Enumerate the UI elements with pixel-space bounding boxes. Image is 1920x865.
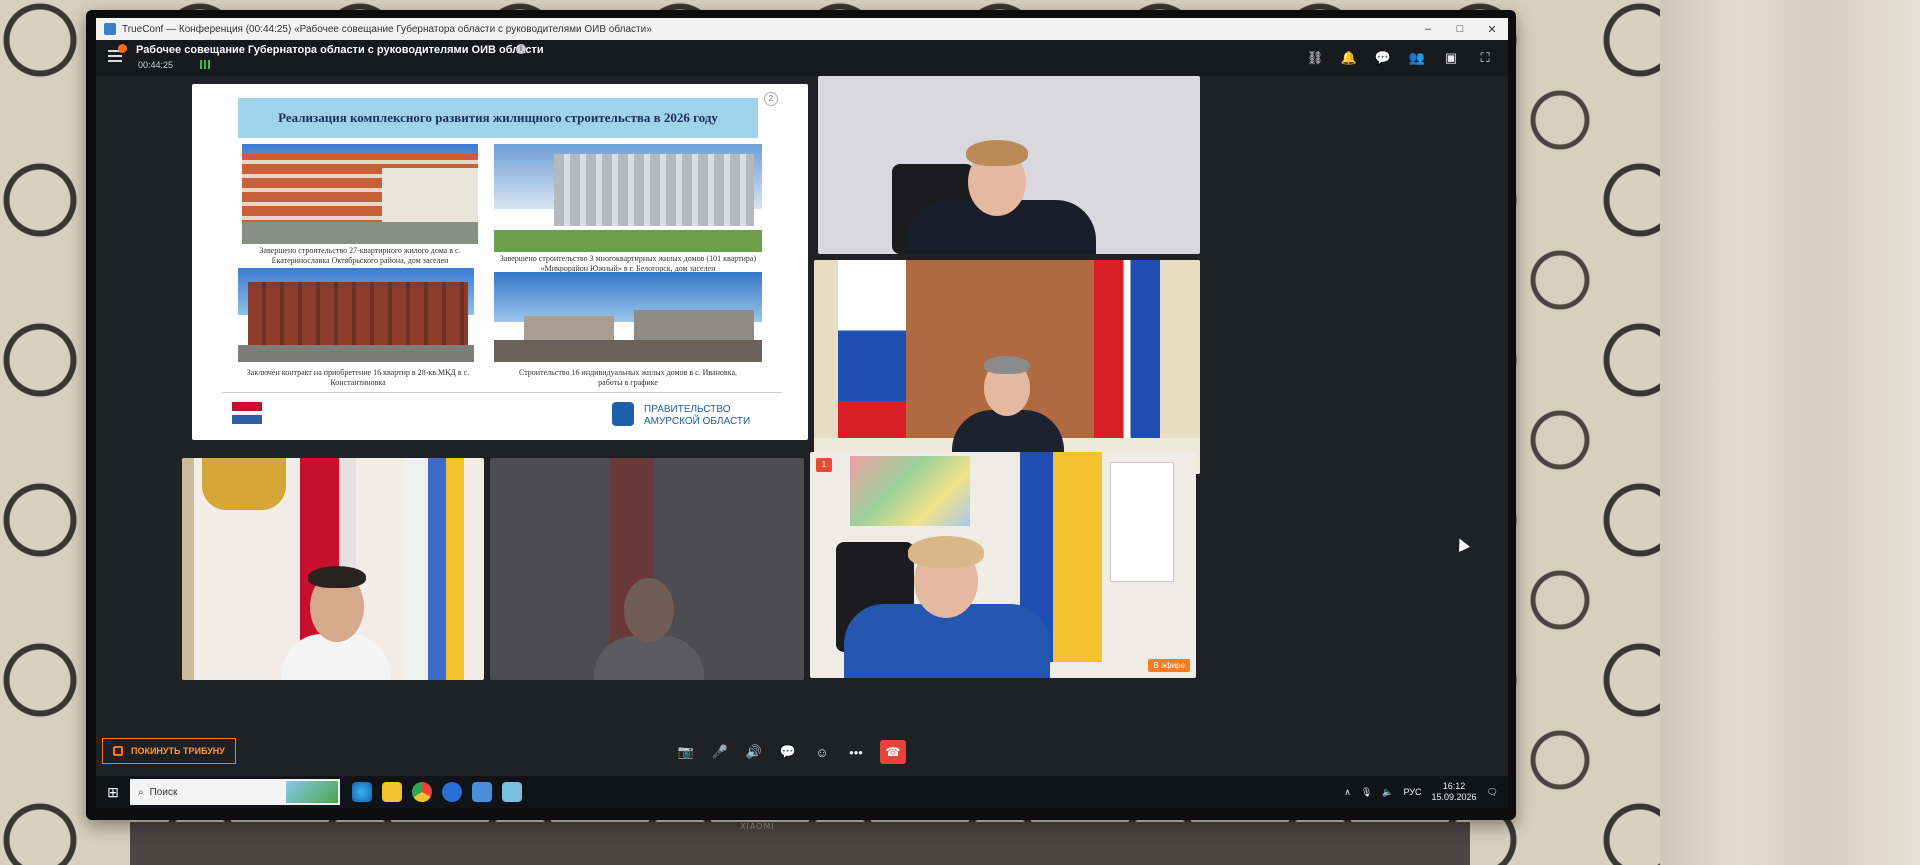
conference-timer: 00:44:25	[138, 60, 174, 70]
coat-of-arms-icon	[202, 458, 286, 510]
leave-podium-label: ПОКИНУТЬ ТРИБУНУ	[131, 746, 225, 756]
clock-time: 16:12	[1442, 781, 1466, 791]
slide-photo-4	[494, 272, 762, 362]
wall-calendar	[1110, 462, 1174, 582]
participant-hair	[908, 536, 984, 568]
file-explorer-icon[interactable]	[382, 782, 402, 802]
tv-stand	[130, 822, 1470, 865]
taskbar-clock[interactable]: 16:12 15.09.2026	[1432, 781, 1477, 803]
amur-flag-logo	[232, 402, 262, 424]
on-air-badge: В эфире	[1148, 659, 1190, 672]
slide-number: 2	[764, 92, 778, 106]
trueconf-taskbar-icon[interactable]	[472, 782, 492, 802]
participant-head	[624, 578, 674, 642]
chat-icon[interactable]: 💬	[1374, 50, 1392, 66]
presentation-slide: 2 Реализация комплексного развития жилищ…	[192, 84, 808, 440]
screen-share-icon[interactable]: ▣	[1442, 50, 1460, 66]
hang-up-button[interactable]: ☎	[880, 740, 906, 764]
government-name-line1: ПРАВИТЕЛЬСТВО	[644, 404, 731, 415]
system-tray: ∧ 🎙 🔈 РУС 16:12 15.09.2026 🗨	[1344, 776, 1498, 808]
photos-icon[interactable]	[502, 782, 522, 802]
slide-caption-1: Завершено строительство 27-квартирного ж…	[259, 246, 461, 265]
slide-photo-3	[238, 268, 474, 362]
video-tile-participant-5[interactable]: 1 В эфире	[810, 452, 1196, 678]
search-icon: ⌕	[138, 786, 144, 798]
windows-taskbar: ⊞ ⌕ Поиск ∧ 🎙 🔈 РУС 16:12 15.09.2026 🗨	[96, 776, 1508, 808]
leave-podium-icon	[113, 746, 123, 756]
flag-region	[404, 458, 464, 680]
speaker-volume-icon[interactable]: 🔊	[744, 744, 764, 760]
government-emblem-icon	[612, 402, 634, 426]
government-name-line2: АМУРСКОЙ ОБЛАСТИ	[644, 416, 751, 427]
windows-start-icon[interactable]: ⊞	[96, 784, 130, 801]
slide-photo-1	[242, 144, 478, 244]
fullscreen-icon[interactable]: ⛶	[1476, 50, 1494, 66]
slide-caption-4: Строительство 16 индивидуальных жилых до…	[518, 368, 738, 387]
edge-icon[interactable]	[352, 782, 372, 802]
notifications-icon[interactable]: 🗨	[1487, 787, 1498, 798]
video-tile-participant-2[interactable]	[814, 260, 1200, 474]
bell-icon[interactable]: 🔔	[1340, 50, 1358, 66]
video-tile-participant-1[interactable]	[818, 76, 1200, 254]
window-titlebar: TrueConf — Конференция (00:44:25) «Рабоч…	[96, 18, 1508, 40]
info-icon[interactable]: i	[516, 44, 526, 54]
speaker-badge: 1	[816, 458, 832, 472]
close-button[interactable]: ✕	[1476, 23, 1508, 36]
conference-header: Рабочее совещание Губернатора области с …	[96, 40, 1508, 76]
microphone-icon[interactable]: 🎙	[1361, 787, 1372, 798]
microphone-muted-icon[interactable]: 🎤	[710, 744, 730, 760]
window-title: TrueConf — Конференция (00:44:25) «Рабоч…	[122, 23, 652, 35]
participants-icon[interactable]: 👥	[1408, 50, 1426, 66]
participant-body	[594, 636, 704, 680]
maximize-button[interactable]: □	[1444, 23, 1476, 35]
header-toolbar: ⛓ 🔔 💬 👥 ▣ ⛶	[1306, 50, 1494, 66]
mouse-cursor	[1454, 536, 1470, 552]
volume-icon[interactable]: 🔈	[1382, 787, 1393, 798]
slide-heading: Реализация комплексного развития жилищно…	[238, 98, 758, 138]
slide-caption-2: Завершено строительство 3 многоквартирны…	[499, 254, 757, 273]
participant-hair	[308, 566, 366, 588]
video-tile-participant-3[interactable]	[182, 458, 484, 680]
taskbar-apps	[352, 782, 522, 802]
leave-podium-button[interactable]: ПОКИНУТЬ ТРИБУНУ	[102, 738, 236, 764]
screen: TrueConf — Конференция (00:44:25) «Рабоч…	[96, 18, 1508, 808]
search-highlight-image	[286, 781, 338, 803]
tv-brand-mark: XIAOMI	[740, 822, 775, 831]
trueconf-app-icon	[104, 23, 116, 35]
chat-icon[interactable]: 💬	[778, 744, 798, 760]
conference-title: Рабочее совещание Губернатора области с …	[136, 44, 544, 56]
more-options-icon[interactable]: •••	[846, 745, 866, 760]
clock-date: 15.09.2026	[1431, 792, 1477, 802]
link-icon[interactable]: ⛓	[1306, 50, 1324, 66]
search-placeholder: Поиск	[149, 786, 178, 798]
input-language[interactable]: РУС	[1403, 787, 1421, 797]
signal-strength-icon	[200, 60, 210, 69]
minimize-button[interactable]: –	[1412, 23, 1444, 35]
slide-divider	[222, 392, 782, 393]
wall-map	[850, 456, 970, 526]
government-name: ПРАВИТЕЛЬСТВО АМУРСКОЙ ОБЛАСТИ	[644, 404, 750, 428]
recording-indicator-icon	[118, 44, 127, 53]
participant-hair	[984, 356, 1030, 374]
slide-caption-3: Заключен контракт на приобретение 16 ква…	[246, 368, 470, 387]
curtain	[1660, 0, 1920, 865]
chevron-up-icon[interactable]: ∧	[1344, 787, 1351, 798]
slide-photo-2	[494, 144, 762, 252]
reactions-icon[interactable]: ☺	[812, 745, 832, 760]
participant-hair	[966, 140, 1028, 166]
call-controls: 📷 🎤 🔊 💬 ☺ ••• ☎	[676, 740, 906, 764]
video-tile-participant-4[interactable]	[490, 458, 804, 680]
taskbar-search-input[interactable]: ⌕ Поиск	[130, 779, 340, 805]
camera-icon[interactable]: 📷	[676, 744, 696, 760]
chrome-icon[interactable]	[412, 782, 432, 802]
yandex-browser-icon[interactable]	[442, 782, 462, 802]
